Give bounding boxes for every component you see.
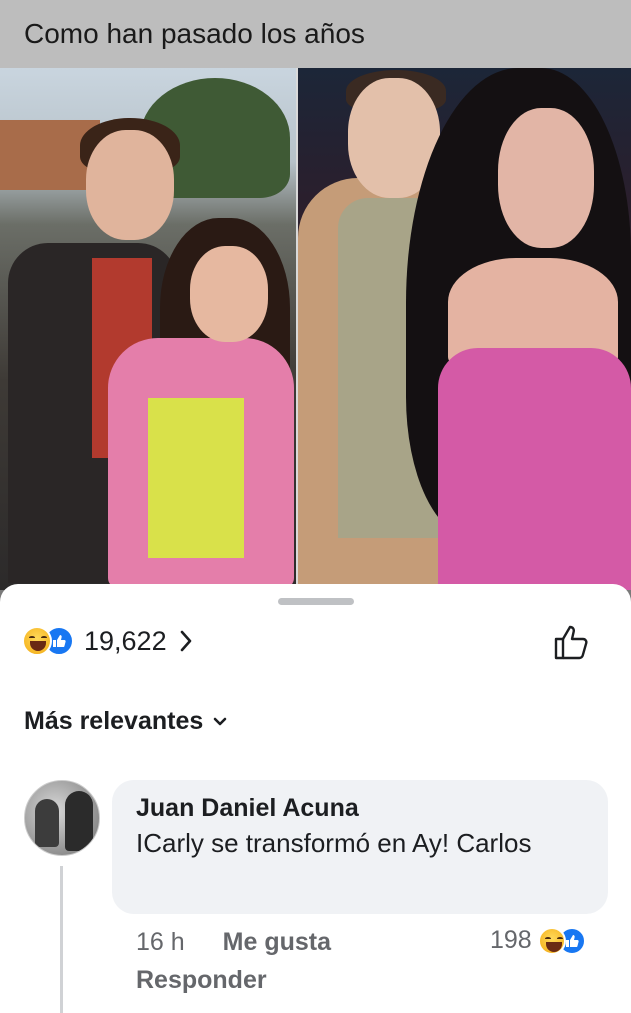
avatar-figure — [65, 791, 93, 851]
chevron-right-icon[interactable] — [179, 629, 193, 653]
comment-reply-button[interactable]: Responder — [136, 966, 267, 995]
post-caption-bar: Como han pasado los años — [0, 0, 631, 68]
comment-like-button[interactable]: Me gusta — [223, 928, 331, 957]
sheet-drag-handle[interactable] — [278, 598, 354, 605]
reactions-summary[interactable]: 19,622 — [22, 624, 193, 658]
comment-timestamp[interactable]: 16 h — [136, 928, 185, 957]
comment-reaction-count: 198 — [490, 926, 532, 954]
like-button-icon[interactable] — [552, 622, 592, 662]
post-photo-right[interactable] — [298, 68, 631, 590]
avatar-figure — [35, 799, 59, 847]
sort-label: Más relevantes — [24, 707, 204, 735]
comment-reactions[interactable]: 198 — [490, 926, 586, 955]
chevron-down-icon — [213, 717, 227, 725]
haha-icon — [537, 926, 566, 955]
haha-icon — [22, 626, 52, 656]
comment-sort-dropdown[interactable]: Más relevantes — [24, 707, 227, 736]
thread-line — [60, 866, 63, 1013]
comments-sheet: 19,622 Más relevantes Juan Daniel Acuna … — [0, 584, 631, 1013]
reaction-count: 19,622 — [84, 625, 167, 656]
avatar[interactable] — [24, 780, 100, 856]
person-dress — [438, 348, 631, 590]
post-photo-left[interactable] — [0, 68, 296, 590]
post-caption: Como han pasado los años — [24, 18, 365, 49]
person-face — [498, 108, 594, 248]
person-top — [148, 398, 244, 558]
comment-bubble[interactable]: Juan Daniel Acuna ICarly se transformó e… — [112, 780, 608, 914]
person-face — [190, 246, 268, 342]
comment-meta: 16 h Me gusta — [136, 928, 331, 957]
person-face — [86, 130, 174, 240]
comment-text: ICarly se transformó en Ay! Carlos — [136, 828, 532, 858]
comment-author[interactable]: Juan Daniel Acuna — [136, 792, 584, 824]
